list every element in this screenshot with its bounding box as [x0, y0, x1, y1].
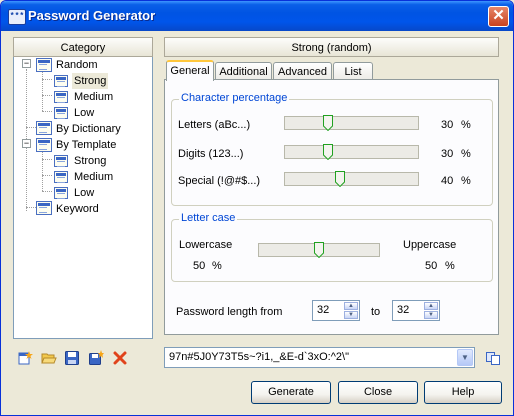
tab-additional[interactable]: Additional — [215, 62, 272, 80]
help-button[interactable]: Help — [424, 381, 502, 404]
tree-line — [26, 127, 36, 128]
digits-slider[interactable] — [284, 145, 419, 159]
selected-category-header: Strong (random) — [164, 37, 499, 57]
length-to-down-button[interactable]: ▼ — [424, 311, 438, 319]
tree-item-template-strong[interactable]: Strong — [74, 153, 106, 169]
length-from-stepper[interactable]: 32 ▲ ▼ — [312, 300, 360, 321]
letter-case-title: Letter case — [179, 212, 238, 224]
arrow-down-icon: ▼ — [428, 312, 434, 318]
category-icon — [54, 187, 68, 199]
tree-line — [42, 79, 52, 80]
tree-item-random-medium[interactable]: Medium — [74, 89, 113, 105]
tree-line — [42, 95, 52, 96]
arrow-down-icon: ▼ — [348, 312, 354, 318]
letters-value: 30 — [441, 119, 454, 131]
close-button[interactable]: Close — [338, 381, 418, 404]
tree-item-random[interactable]: Random — [56, 57, 98, 73]
close-window-button[interactable]: ✕ — [488, 6, 509, 27]
category-tree[interactable]: − Random Strong Medium Low By Dictionary… — [13, 57, 153, 339]
arrow-up-icon: ▲ — [348, 303, 354, 309]
tree-item-template-low[interactable]: Low — [74, 185, 94, 201]
digits-value: 30 — [441, 148, 454, 160]
tree-line — [42, 111, 52, 112]
generate-button[interactable]: Generate — [251, 381, 331, 404]
save-icon[interactable] — [64, 350, 80, 366]
copy-icon[interactable] — [485, 350, 501, 366]
open-icon[interactable] — [41, 350, 57, 366]
length-to-value[interactable]: 32 — [397, 304, 409, 316]
tree-line — [42, 191, 52, 192]
tree-line — [42, 151, 43, 191]
length-to-spin-buttons: ▲ ▼ — [424, 302, 438, 319]
category-icon — [54, 155, 68, 167]
tree-line — [42, 159, 52, 160]
lowercase-percent-sign: % — [212, 260, 222, 272]
digits-percent-sign: % — [461, 148, 471, 160]
length-from-label: Password length from — [176, 306, 283, 318]
lowercase-label: Lowercase — [179, 239, 233, 251]
tree-item-random-low[interactable]: Low — [74, 105, 94, 121]
password-generator-window: *** Password Generator ✕ Category − Rand… — [0, 0, 514, 416]
category-icon — [54, 171, 68, 183]
letters-slider[interactable] — [284, 116, 419, 130]
tree-line — [26, 207, 36, 208]
arrow-up-icon: ▲ — [428, 303, 434, 309]
letters-percent-sign: % — [461, 119, 471, 131]
digits-slider-thumb[interactable] — [323, 144, 334, 160]
delete-icon[interactable] — [112, 350, 128, 366]
tree-item-random-strong[interactable]: Strong — [72, 73, 109, 89]
title-bar[interactable]: *** Password Generator ✕ — [1, 1, 513, 31]
category-icon — [36, 121, 52, 135]
letters-label: Letters (aBc...) — [178, 119, 251, 131]
character-percentage-title: Character percentage — [179, 92, 290, 104]
password-output-value[interactable]: 97n#5J0Y73T5s~?i1,_&E-d`3xO:^2\" — [169, 351, 349, 363]
special-percent-sign: % — [461, 175, 471, 187]
tree-item-by-template[interactable]: By Template — [56, 137, 116, 153]
tree-item-keyword[interactable]: Keyword — [56, 201, 99, 217]
length-to-up-button[interactable]: ▲ — [424, 302, 438, 310]
category-icon — [36, 138, 52, 152]
uppercase-percent-sign: % — [445, 260, 455, 272]
tab-advanced[interactable]: Advanced — [273, 62, 332, 80]
tree-expander-random[interactable]: − — [22, 59, 31, 68]
special-slider-thumb[interactable] — [334, 171, 345, 187]
special-label: Special (!@#$...) — [178, 175, 261, 187]
window-title: Password Generator — [28, 8, 156, 23]
category-icon — [54, 107, 68, 119]
close-icon: ✕ — [492, 7, 505, 24]
password-dropdown-button[interactable]: ▼ — [457, 349, 473, 366]
category-header: Category — [13, 37, 153, 57]
lowercase-value: 50 — [193, 260, 206, 272]
uppercase-label: Uppercase — [403, 239, 457, 251]
length-to-label: to — [371, 306, 381, 318]
tab-general[interactable]: General — [166, 60, 214, 81]
category-icon — [36, 58, 52, 72]
app-icon: *** — [8, 9, 26, 25]
category-icon — [54, 91, 68, 103]
category-icon — [54, 75, 68, 87]
password-output-combo[interactable]: 97n#5J0Y73T5s~?i1,_&E-d`3xO:^2\" ▼ — [164, 347, 475, 368]
length-from-value[interactable]: 32 — [317, 304, 329, 316]
tree-line — [42, 71, 43, 111]
letter-case-slider-thumb[interactable] — [314, 242, 324, 258]
length-from-down-button[interactable]: ▼ — [344, 311, 358, 319]
tree-expander-by-template[interactable]: − — [22, 139, 31, 148]
tab-list[interactable]: List — [333, 62, 373, 80]
letters-slider-thumb[interactable] — [323, 115, 334, 131]
general-tab-panel: Character percentage Letters (aBc...) 30… — [164, 79, 499, 335]
uppercase-value: 50 — [425, 260, 438, 272]
special-value: 40 — [441, 175, 454, 187]
save-as-icon[interactable] — [88, 350, 104, 366]
new-icon[interactable] — [17, 350, 33, 366]
tree-item-template-medium[interactable]: Medium — [74, 169, 113, 185]
digits-label: Digits (123...) — [178, 148, 244, 160]
special-slider[interactable] — [284, 172, 419, 186]
category-icon — [36, 201, 52, 215]
length-to-stepper[interactable]: 32 ▲ ▼ — [392, 300, 440, 321]
tree-line — [42, 175, 52, 176]
tree-item-by-dictionary[interactable]: By Dictionary — [56, 121, 121, 137]
length-from-up-button[interactable]: ▲ — [344, 302, 358, 310]
length-from-spin-buttons: ▲ ▼ — [344, 302, 358, 319]
chevron-down-icon: ▼ — [461, 353, 469, 362]
